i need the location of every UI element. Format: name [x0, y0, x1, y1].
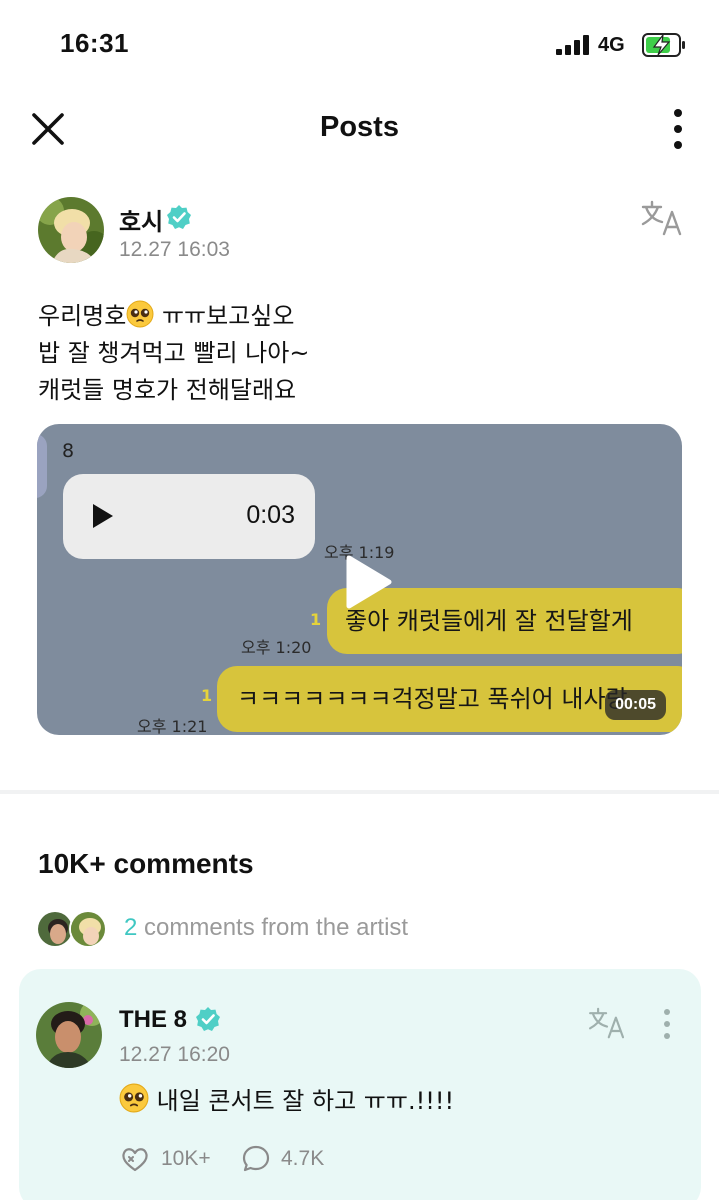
- chat-edge: [37, 434, 47, 498]
- chat-time: 오후 1:20: [241, 638, 312, 657]
- comments-heading: 10K+ comments: [38, 848, 254, 879]
- chat-time: 오후 1:21: [137, 717, 208, 735]
- reply-button[interactable]: 4.7K: [241, 1141, 324, 1177]
- play-icon[interactable]: [341, 554, 393, 610]
- more-options-icon[interactable]: [664, 107, 692, 151]
- artist-comments-link[interactable]: 2 comments from the artist: [124, 914, 408, 942]
- status-time: 16:31: [60, 28, 129, 58]
- voice-duration: 0:03: [246, 501, 295, 529]
- page-title: Posts: [320, 111, 399, 143]
- post-line: 캐럿들 명호가 전해달래요: [38, 376, 297, 404]
- chat-unread-count: 1: [310, 610, 322, 629]
- artist-comments-label: comments from the artist: [137, 914, 409, 941]
- pleading-face-emoji-icon: [126, 300, 154, 328]
- comment-more-icon[interactable]: [659, 1007, 675, 1041]
- chat-count: 8: [62, 440, 75, 462]
- chat-message: 좋아 캐럿들에게 잘 전달할게: [345, 607, 633, 635]
- comment-text-body: 내일 콘서트 잘 하고 ㅠㅠ.!!!!: [156, 1087, 455, 1115]
- network-label: 4G: [598, 34, 625, 56]
- comment-author-avatar[interactable]: [36, 1002, 102, 1068]
- like-button[interactable]: 10K+: [119, 1141, 211, 1177]
- post-line: 밥 잘 챙겨먹고 빨리 나아~: [38, 339, 310, 367]
- battery-charging-icon: [642, 33, 685, 57]
- author-avatar[interactable]: [38, 197, 104, 263]
- post-text-segment: 우리명호: [38, 302, 127, 330]
- post-body: 우리명호 ㅠㅠ보고싶오 밥 잘 챙겨먹고 빨리 나아~ 캐럿들 명호가 전해달래…: [38, 298, 309, 409]
- avatar: [69, 910, 107, 948]
- post-text-segment: ㅠㅠ보고싶오: [154, 302, 295, 330]
- reply-icon: [242, 1145, 270, 1172]
- comment-author-name[interactable]: THE 8: [119, 1006, 187, 1034]
- status-bar: 16:31 4G: [0, 0, 719, 90]
- artist-avatars[interactable]: [36, 910, 112, 948]
- author-name[interactable]: 호시: [119, 202, 163, 237]
- like-count: 10K+: [161, 1147, 211, 1170]
- chat-message: ㅋㅋㅋㅋㅋㅋㅋ걱정말고 푹쉬어 내사랑: [237, 685, 628, 713]
- header: Posts: [0, 95, 719, 165]
- signal-icon: [556, 35, 590, 55]
- verified-badge-icon: [167, 205, 191, 229]
- pleading-face-emoji-icon: [119, 1083, 149, 1113]
- artist-comment-count: 2: [124, 914, 138, 941]
- chat-unread-count: 1: [201, 686, 213, 705]
- post-video[interactable]: 8 0:03 오후 1:19 1 오후 1:20 좋아 캐럿들에게 잘 전달할게…: [37, 424, 682, 735]
- comment-card[interactable]: THE 8 12.27 16:20 내일 콘서트 잘 하고 ㅠㅠ.!!!! 10…: [19, 969, 701, 1200]
- like-icon: [122, 1148, 148, 1172]
- video-duration: 00:05: [605, 690, 666, 720]
- comment-timestamp: 12.27 16:20: [119, 1043, 230, 1066]
- comment-text: 내일 콘서트 잘 하고 ㅠㅠ.!!!!: [119, 1081, 454, 1116]
- verified-badge-icon: [196, 1007, 220, 1031]
- section-divider: [0, 790, 719, 794]
- reply-count: 4.7K: [281, 1147, 325, 1170]
- post-line: 우리명호 ㅠㅠ보고싶오: [38, 298, 309, 335]
- translate-icon[interactable]: [587, 1007, 627, 1039]
- post-timestamp: 12.27 16:03: [119, 238, 230, 261]
- translate-icon[interactable]: [640, 200, 684, 236]
- voice-message-bubble: 0:03: [63, 474, 315, 559]
- voice-play-icon: [93, 504, 113, 528]
